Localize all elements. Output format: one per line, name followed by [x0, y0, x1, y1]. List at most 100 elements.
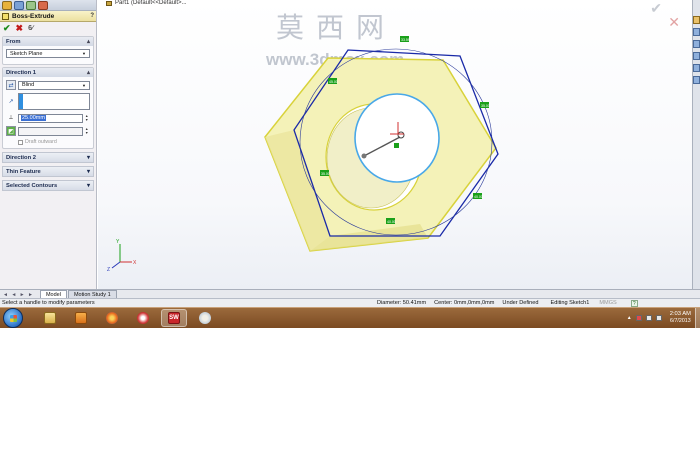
origin-point — [394, 143, 399, 148]
depth-input[interactable]: 25.00mm — [18, 113, 83, 123]
resources-tab-icon[interactable] — [693, 16, 700, 24]
appearances-tab-icon[interactable] — [693, 64, 700, 72]
dimension-label: 33.59 — [401, 38, 410, 42]
draft-toggle-icon[interactable]: ◩ — [6, 126, 16, 136]
dimension-handle[interactable]: 35.00 — [480, 102, 490, 108]
app-icon — [137, 312, 149, 324]
firefox-icon — [106, 312, 118, 324]
status-diameter: Diameter: 50.41mm — [377, 300, 427, 306]
start-condition-select[interactable]: Sketch Plane ▼ — [6, 49, 90, 58]
appearance-tab[interactable] — [38, 1, 48, 10]
taskbar-solidworks[interactable]: SW — [161, 309, 187, 327]
checkbox-box[interactable] — [18, 139, 23, 145]
start-condition-value: Sketch Plane — [10, 50, 43, 57]
dimension-handle[interactable]: 35.00 — [320, 170, 330, 176]
taskbar-clock[interactable]: 2:03 AM 6/7/2013 — [670, 311, 691, 325]
taskbar-explorer[interactable] — [37, 309, 63, 327]
units-selector[interactable]: MMGS — [599, 300, 616, 306]
direction2-label: Direction 2 — [6, 154, 36, 161]
depth-value: 25.00mm — [21, 115, 46, 121]
thin-feature-label: Thin Feature — [6, 168, 41, 175]
expand-chevron-icon[interactable]: ▾ — [87, 182, 90, 189]
tab-model[interactable]: Model — [39, 290, 67, 298]
direction1-group: Direction 1 ▴ ⇄ Blind ▼ ↗ ⟂ 25.00mm ▲▼ — [2, 67, 94, 149]
from-group-header[interactable]: From ▴ — [3, 37, 93, 46]
dimension-handle[interactable]: 45.00 — [328, 78, 338, 84]
end-condition-value: Blind — [22, 82, 35, 88]
draft-spinner[interactable]: ▲ ▼ — [85, 127, 90, 135]
action-buttons: ✔ ✖ 6∕ — [0, 22, 96, 34]
model-view[interactable]: 33.59 45.00 35.00 35.00 40.00 40.00 Y X … — [98, 0, 692, 289]
show-desktop-button[interactable] — [695, 307, 700, 329]
dropdown-arrow-icon: ▼ — [82, 82, 86, 88]
clock-date: 6/7/2013 — [670, 318, 691, 324]
direction2-group[interactable]: Direction 2 ▾ — [2, 152, 94, 163]
taskbar-media-player[interactable] — [68, 309, 94, 327]
property-manager-tab[interactable] — [14, 1, 24, 10]
clock-time: 2:03 AM — [669, 311, 691, 317]
collapse-chevron-icon[interactable]: ▴ — [87, 38, 90, 45]
dimension-label: 35.00 — [321, 172, 330, 176]
feature-title-bar: Boss-Extrude ? — [0, 11, 96, 22]
reverse-direction-icon[interactable]: ⇄ — [6, 80, 16, 90]
explorer-icon — [44, 312, 56, 324]
detailed-preview-icon[interactable]: 6∕ — [28, 25, 33, 32]
tab-motion-study[interactable]: Motion Study 1 — [67, 290, 117, 298]
feature-manager-tab[interactable] — [2, 1, 12, 10]
file-explorer-tab-icon[interactable] — [693, 40, 700, 48]
view-palette-tab-icon[interactable] — [693, 52, 700, 60]
manager-tabs — [0, 0, 96, 11]
from-group: From ▴ Sketch Plane ▼ — [2, 36, 94, 65]
thin-feature-group[interactable]: Thin Feature ▾ — [2, 166, 94, 177]
dimension-label: 40.00 — [474, 195, 483, 199]
status-message: Select a handle to modify parameters — [2, 300, 95, 306]
draft-outward-checkbox[interactable]: Draft outward — [18, 139, 90, 145]
dropdown-arrow-icon: ▼ — [82, 51, 86, 56]
selected-contours-group[interactable]: Selected Contours ▾ — [2, 180, 94, 191]
depth-spinner[interactable]: ▲ ▼ — [85, 114, 90, 122]
dimension-label: 45.00 — [329, 80, 338, 84]
draft-angle-input[interactable] — [18, 126, 83, 136]
direction-selection-box[interactable] — [18, 93, 90, 110]
status-center: Center: 0mm,0mm,0mm — [434, 300, 495, 306]
triad-y-label: Y — [116, 239, 120, 245]
drag-handle-end[interactable] — [361, 153, 367, 159]
tray-network-icon[interactable] — [645, 315, 652, 321]
system-tray: ▲ 2:03 AM 6/7/2013 — [627, 311, 695, 325]
end-condition-select[interactable]: Blind ▼ — [18, 80, 90, 90]
dimension-handle[interactable]: 40.00 — [386, 218, 396, 224]
dimension-handle[interactable]: 40.00 — [473, 193, 483, 199]
status-sketch-state: Under Defined — [502, 300, 539, 306]
status-help-icon[interactable]: ? — [630, 299, 638, 307]
windows-taskbar: SW ▲ 2:03 AM 6/7/2013 — [0, 307, 700, 329]
tray-expand-icon[interactable]: ▲ — [627, 315, 632, 321]
expand-chevron-icon[interactable]: ▾ — [87, 168, 90, 175]
taskbar-firefox[interactable] — [99, 309, 125, 327]
tray-volume-icon[interactable] — [655, 315, 662, 321]
cancel-button[interactable]: ✖ — [16, 23, 24, 34]
taskbar-paint[interactable] — [192, 309, 218, 327]
property-manager-panel: Boss-Extrude ? ✔ ✖ 6∕ From ▴ Sketch Plan… — [0, 0, 97, 289]
feature-title: Boss-Extrude — [12, 12, 55, 20]
dimension-label: 35.00 — [481, 104, 490, 108]
paint-icon — [199, 312, 211, 324]
custom-properties-tab-icon[interactable] — [693, 76, 700, 84]
graphics-area[interactable]: Part1 (Default<<Default>... 莫西网 www.3dmo… — [98, 0, 692, 289]
configuration-manager-tab[interactable] — [26, 1, 36, 10]
taskbar-app-4[interactable] — [130, 309, 156, 327]
dimension-handle[interactable]: 33.59 — [400, 36, 410, 42]
triad-x-label: X — [133, 260, 137, 266]
expand-chevron-icon[interactable]: ▾ — [87, 154, 90, 161]
tray-flag-icon[interactable] — [635, 315, 642, 321]
triad-z-label: Z — [107, 267, 110, 273]
ok-button[interactable]: ✔ — [3, 23, 11, 34]
solidworks-icon: SW — [168, 312, 180, 324]
collapse-chevron-icon[interactable]: ▴ — [87, 69, 90, 76]
start-button[interactable] — [3, 308, 23, 328]
help-icon[interactable]: ? — [90, 13, 94, 19]
design-library-tab-icon[interactable] — [693, 28, 700, 36]
reference-triad: Y X Z — [107, 239, 137, 273]
direction1-group-header[interactable]: Direction 1 ▴ — [3, 68, 93, 77]
dimension-label: 40.00 — [387, 220, 396, 224]
from-header-label: From — [6, 38, 21, 45]
